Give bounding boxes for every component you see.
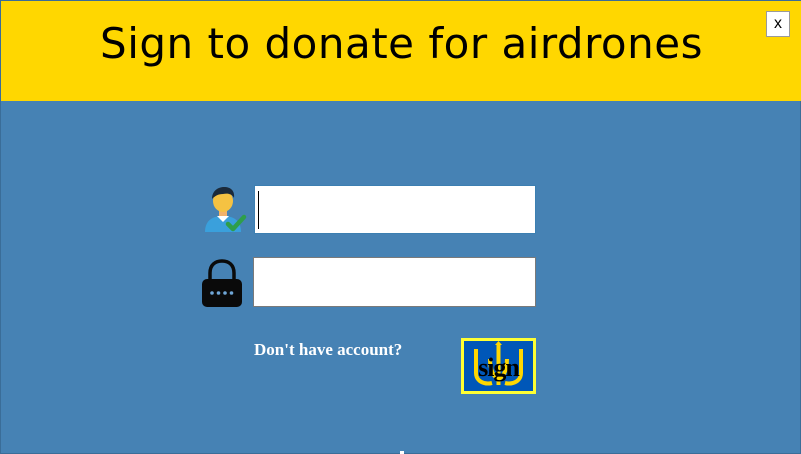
signup-link[interactable]: Don't have account? bbox=[254, 340, 402, 360]
password-field[interactable] bbox=[253, 257, 536, 307]
sign-button[interactable]: sign bbox=[461, 338, 536, 394]
close-button[interactable]: x bbox=[766, 11, 790, 37]
header-bar: Sign to donate for airdrones bbox=[1, 1, 801, 101]
username-field[interactable] bbox=[254, 185, 536, 234]
login-window: Sign to donate for airdrones x Don't hav… bbox=[0, 0, 801, 454]
window-title: Sign to donate for airdrones bbox=[100, 19, 703, 68]
user-check-icon bbox=[201, 186, 247, 234]
sign-button-label: sign bbox=[478, 353, 520, 382]
lock-icon bbox=[200, 259, 244, 309]
text-cursor bbox=[258, 191, 259, 229]
